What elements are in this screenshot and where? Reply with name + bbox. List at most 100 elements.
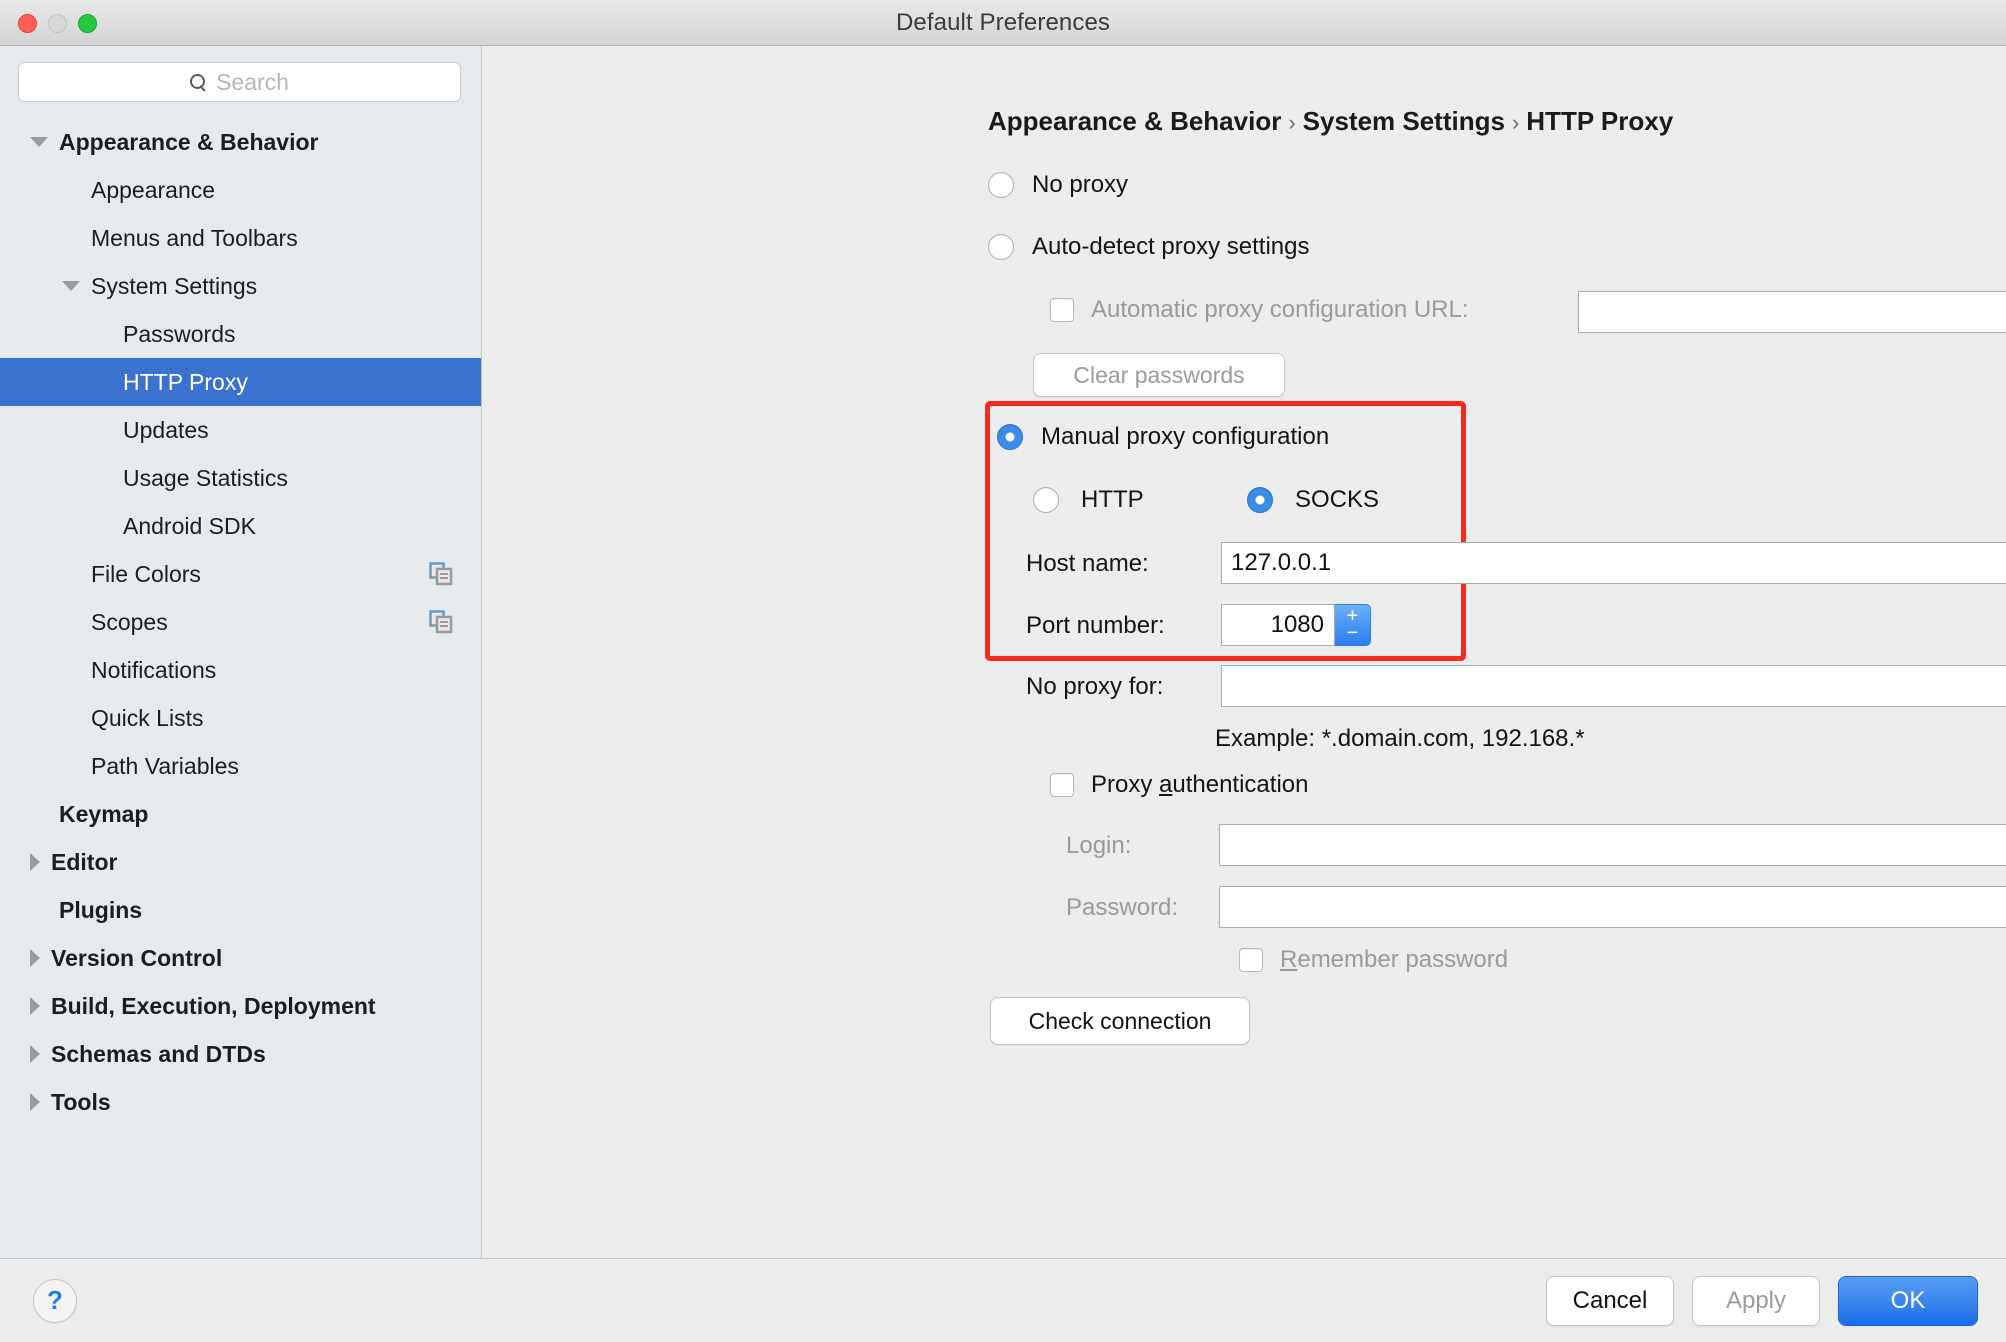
manual-proxy-radio[interactable] <box>997 424 1023 450</box>
no-proxy-for-input[interactable] <box>1221 665 2006 707</box>
auto-detect-radio[interactable] <box>988 234 1014 260</box>
sidebar-item-label: Tools <box>51 1088 111 1115</box>
port-spinner-buttons[interactable]: + − <box>1335 604 1371 646</box>
remember-label-post: emember password <box>1297 946 1509 973</box>
sidebar-item-label: Notifications <box>91 656 217 683</box>
socks-radio[interactable] <box>1247 487 1273 513</box>
no-proxy-example-text: Example: *.domain.com, 192.168.* <box>1215 725 1585 752</box>
port-number-input[interactable]: 1080 <box>1221 604 1335 646</box>
auto-detect-row[interactable]: Auto-detect proxy settings <box>988 233 1309 261</box>
port-number-stepper[interactable]: 1080 + − <box>1221 604 1371 646</box>
minimize-window-icon[interactable] <box>48 13 67 33</box>
sidebar-item-label: Updates <box>123 416 209 443</box>
sidebar-item-appearance-behavior[interactable]: Appearance & Behavior <box>0 118 481 166</box>
http-radio[interactable] <box>1033 487 1059 513</box>
chevron-right-icon[interactable] <box>30 1093 40 1111</box>
sidebar-item-label: Appearance <box>91 176 216 203</box>
preferences-window: Default Preferences Search Appearance & … <box>0 0 2006 1342</box>
clear-passwords-button[interactable]: Clear passwords <box>1033 353 1285 397</box>
sidebar-item-appearance[interactable]: Appearance <box>0 166 481 214</box>
sidebar-item-http-proxy[interactable]: HTTP Proxy <box>0 358 481 406</box>
no-proxy-row[interactable]: No proxy <box>988 171 1128 199</box>
sidebar-item-quick-lists[interactable]: Quick Lists <box>0 694 481 742</box>
manual-proxy-label: Manual proxy configuration <box>1041 423 1330 450</box>
sidebar-item-notifications[interactable]: Notifications <box>0 646 481 694</box>
sidebar-item-version-control[interactable]: Version Control <box>0 934 481 982</box>
sidebar-item-label: Schemas and DTDs <box>51 1040 266 1067</box>
sidebar-item-label: Scopes <box>91 608 168 635</box>
sidebar-item-scopes[interactable]: Scopes <box>0 598 481 646</box>
sidebar-item-tools[interactable]: Tools <box>0 1078 481 1126</box>
sidebar-item-label: Editor <box>51 848 118 875</box>
copy-icon[interactable] <box>429 562 453 586</box>
sidebar-item-label: File Colors <box>91 560 201 587</box>
sidebar-item-usage-statistics[interactable]: Usage Statistics <box>0 454 481 502</box>
chevron-right-icon[interactable] <box>30 997 40 1015</box>
host-name-input[interactable]: 127.0.0.1 <box>1221 542 2006 584</box>
sidebar-item-passwords[interactable]: Passwords <box>0 310 481 358</box>
sidebar-item-menus-and-toolbars[interactable]: Menus and Toolbars <box>0 214 481 262</box>
ok-button[interactable]: OK <box>1838 1275 1978 1326</box>
auto-detect-label: Auto-detect proxy settings <box>1032 233 1310 260</box>
auth-label-post: uthentication <box>1172 771 1309 798</box>
http-option-row[interactable]: HTTP <box>1033 486 1144 514</box>
sidebar-item-label: System Settings <box>91 272 258 299</box>
sidebar-item-file-colors[interactable]: File Colors <box>0 550 481 598</box>
window-titlebar: Default Preferences <box>0 0 2006 46</box>
sidebar-item-system-settings[interactable]: System Settings <box>0 262 481 310</box>
no-proxy-for-label: No proxy for: <box>1026 673 1164 700</box>
window-body: Search Appearance & Behavior Appearance Me… <box>0 46 2006 1258</box>
sidebar-item-updates[interactable]: Updates <box>0 406 481 454</box>
cancel-button[interactable]: Cancel <box>1546 1275 1674 1326</box>
traffic-lights <box>18 0 97 46</box>
no-proxy-radio[interactable] <box>988 172 1014 198</box>
http-label: HTTP <box>1081 486 1144 513</box>
manual-proxy-row[interactable]: Manual proxy configuration <box>997 423 1329 451</box>
help-button[interactable]: ? <box>33 1278 77 1323</box>
socks-option-row[interactable]: SOCKS <box>1247 486 1379 514</box>
sidebar-item-keymap[interactable]: Keymap <box>0 790 481 838</box>
proxy-authentication-label: Proxy authentication <box>1091 771 1308 799</box>
chevron-right-icon[interactable] <box>30 1045 40 1063</box>
copy-icon[interactable] <box>429 610 453 634</box>
auto-config-url-input[interactable] <box>1578 291 2006 333</box>
search-input[interactable]: Search <box>18 62 461 102</box>
sidebar-item-editor[interactable]: Editor <box>0 838 481 886</box>
sidebar-item-schemas-and-dtds[interactable]: Schemas and DTDs <box>0 1030 481 1078</box>
login-input[interactable] <box>1219 824 2006 866</box>
sidebar-item-android-sdk[interactable]: Android SDK <box>0 502 481 550</box>
sidebar-item-label: Keymap <box>59 800 149 827</box>
footer-buttons: Cancel Apply OK <box>1546 1275 1978 1326</box>
spinner-decrement-icon[interactable]: − <box>1347 623 1359 643</box>
auth-label-mnemonic: a <box>1159 771 1173 798</box>
proxy-authentication-row[interactable]: Proxy authentication <box>1050 771 1308 799</box>
password-input[interactable] <box>1219 886 2006 928</box>
breadcrumb-part-2[interactable]: System Settings <box>1303 106 1505 136</box>
chevron-right-icon[interactable] <box>30 853 40 871</box>
chevron-right-icon[interactable] <box>30 949 40 967</box>
breadcrumb-part-1[interactable]: Appearance & Behavior <box>988 106 1281 136</box>
remember-password-checkbox[interactable] <box>1239 948 1263 972</box>
sidebar-item-label: Quick Lists <box>91 704 204 731</box>
sidebar-item-path-variables[interactable]: Path Variables <box>0 742 481 790</box>
socks-label: SOCKS <box>1295 486 1380 513</box>
proxy-authentication-checkbox[interactable] <box>1050 773 1074 797</box>
sidebar-item-build-execution-deployment[interactable]: Build, Execution, Deployment <box>0 982 481 1030</box>
chevron-down-icon[interactable] <box>30 137 48 147</box>
sidebar-item-plugins[interactable]: Plugins <box>0 886 481 934</box>
check-connection-button[interactable]: Check connection <box>990 997 1250 1045</box>
remember-password-row[interactable]: Remember password <box>1239 946 1508 974</box>
apply-button[interactable]: Apply <box>1692 1275 1820 1326</box>
auto-config-url-checkbox[interactable] <box>1050 298 1074 322</box>
login-label: Login: <box>1066 832 1132 859</box>
maximize-window-icon[interactable] <box>78 13 97 33</box>
close-window-icon[interactable] <box>18 13 37 33</box>
window-title: Default Preferences <box>895 8 1110 36</box>
chevron-down-icon[interactable] <box>62 281 80 291</box>
